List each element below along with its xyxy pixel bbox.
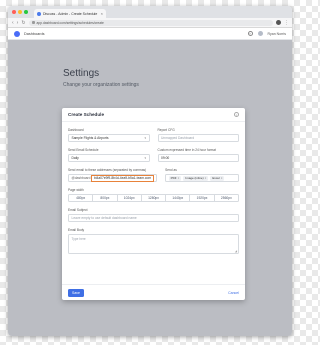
email-body-textarea[interactable]: Type here ◢ — [68, 234, 239, 254]
app-header: Dashboards ? Ryan Norris — [8, 28, 292, 40]
email-body-placeholder: Type here — [71, 237, 86, 241]
forward-arrow-icon[interactable]: › — [17, 20, 19, 26]
custom-time-value: 09:00 — [161, 156, 170, 160]
reload-icon[interactable]: ↻ — [21, 20, 25, 26]
url-field[interactable]: app.dashboard.com/settings/schedules/cre… — [28, 19, 273, 26]
close-icon[interactable]: × — [234, 112, 239, 117]
profile-icon[interactable] — [276, 20, 281, 25]
username[interactable]: Ryan Norris — [268, 32, 286, 36]
remove-icon: × — [220, 176, 223, 180]
header-right: ? Ryan Norris — [247, 31, 286, 36]
send-as-pill[interactable]: Image (inline)× — [183, 175, 209, 181]
report-cfg-label: Report CFG — [157, 128, 175, 132]
page-width-option[interactable]: 1440px — [166, 195, 191, 201]
window-controls — [12, 10, 28, 14]
send-format-select[interactable]: Daily ▾ — [68, 154, 150, 162]
email-body-label: Email Body — [68, 228, 85, 232]
modal-footer: Save Cancel — [62, 284, 245, 300]
page-width-option[interactable]: 2560px — [215, 195, 238, 201]
report-cfg-input[interactable]: Unmapped Dashboard — [157, 134, 239, 142]
email-addresses-input[interactable]: @dashboard bi4a07e9f9-8b4d-4ea9-b5a1-tea… — [68, 174, 158, 182]
avatar[interactable] — [257, 31, 263, 36]
email-subject-input[interactable]: Leave empty to use default dashboard nam… — [68, 214, 239, 222]
tab-bar: Discuss - Admin - Create Schedule × — [8, 6, 292, 18]
page-width-option[interactable]: 480px — [69, 195, 94, 201]
row-schedule: Send Email Schedule Daily ▾ Custom expre… — [68, 148, 239, 162]
favicon-icon — [37, 11, 41, 16]
page-width-option[interactable]: 1280px — [142, 195, 167, 201]
custom-time-input[interactable]: 09:00 — [157, 154, 239, 162]
row-email-subject: Email Subject Leave empty to use default… — [68, 208, 239, 222]
app-area: Dashboards ? Ryan Norris Settings Change… — [8, 28, 292, 336]
chevron-down-icon: ▾ — [144, 136, 146, 140]
remove-icon: × — [204, 176, 207, 180]
send-as-pill[interactable]: PDF× — [168, 175, 182, 181]
send-as-pill[interactable]: Excel× — [210, 175, 225, 181]
page-width-option[interactable]: 1920px — [190, 195, 215, 201]
address-bar: ‹ › ↻ app.dashboard.com/settings/schedul… — [8, 18, 292, 28]
browser-menu-icon[interactable]: ⋮ — [284, 20, 289, 26]
row-email-body: Email Body Type here ◢ — [68, 228, 239, 254]
modal-header: Create Schedule × — [62, 108, 245, 122]
row-dashboard: Dashboard Sample Flights & Airports ▾ Re… — [68, 128, 239, 142]
dashboard-label: Dashboard — [68, 128, 84, 132]
cancel-button[interactable]: Cancel — [228, 291, 239, 295]
maximize-window-button[interactable] — [24, 10, 28, 14]
page-width-option[interactable]: 1024px — [118, 195, 142, 201]
tab-close-icon[interactable]: × — [101, 11, 103, 16]
row-recipients: Send email to these addresses (separated… — [68, 168, 239, 182]
minimize-window-button[interactable] — [18, 10, 22, 14]
dashboard-select[interactable]: Sample Flights & Airports ▾ — [68, 134, 150, 142]
browser-window: Discuss - Admin - Create Schedule × ‹ › … — [8, 6, 292, 336]
send-format-label: Send Email Schedule — [68, 148, 99, 152]
email-prefix: @dashboard — [71, 176, 91, 180]
email-addresses-label: Send email to these addresses (separated… — [68, 168, 147, 172]
page-width-option[interactable]: 800px — [93, 195, 118, 201]
browser-tab[interactable]: Discuss - Admin - Create Schedule × — [34, 9, 106, 18]
row-page-width: Page width 480px 800px 1024px 1280px 144… — [68, 188, 239, 202]
custom-time-label: Custom expressed time in 24 hour format — [157, 148, 216, 152]
help-icon[interactable]: ? — [247, 31, 253, 36]
remove-icon: × — [177, 176, 180, 180]
page-width-label: Page width — [68, 188, 84, 192]
url-text: app.dashboard.com/settings/schedules/cre… — [36, 20, 104, 25]
resize-handle-icon[interactable]: ◢ — [235, 249, 237, 253]
report-cfg-placeholder: Unmapped Dashboard — [161, 136, 195, 140]
email-subject-placeholder: Leave empty to use default dashboard nam… — [71, 216, 137, 220]
send-as-label: Send as — [165, 168, 177, 172]
lock-icon — [31, 21, 35, 24]
close-window-button[interactable] — [12, 10, 16, 14]
logo-icon[interactable] — [14, 30, 20, 37]
nav-dashboards[interactable]: Dashboards — [24, 32, 44, 36]
send-as-select[interactable]: PDF× Image (inline)× Excel× — [165, 174, 239, 182]
create-schedule-modal: Create Schedule × Dashboard Sample Fligh… — [62, 108, 245, 300]
page-width-segmented: 480px 800px 1024px 1280px 1440px 1920px … — [68, 194, 239, 202]
email-subject-label: Email Subject — [68, 208, 88, 212]
save-button[interactable]: Save — [68, 288, 84, 297]
back-arrow-icon[interactable]: ‹ — [12, 20, 14, 26]
send-format-value: Daily — [71, 156, 79, 160]
dashboard-value: Sample Flights & Airports — [71, 136, 109, 140]
modal-title: Create Schedule — [68, 112, 104, 117]
highlighted-email[interactable]: bi4a07e9f9-8b4d-4ea9-b5a1-team.com — [91, 174, 154, 182]
chevron-down-icon: ▾ — [144, 156, 146, 160]
tab-title: Discuss - Admin - Create Schedule — [43, 11, 98, 16]
